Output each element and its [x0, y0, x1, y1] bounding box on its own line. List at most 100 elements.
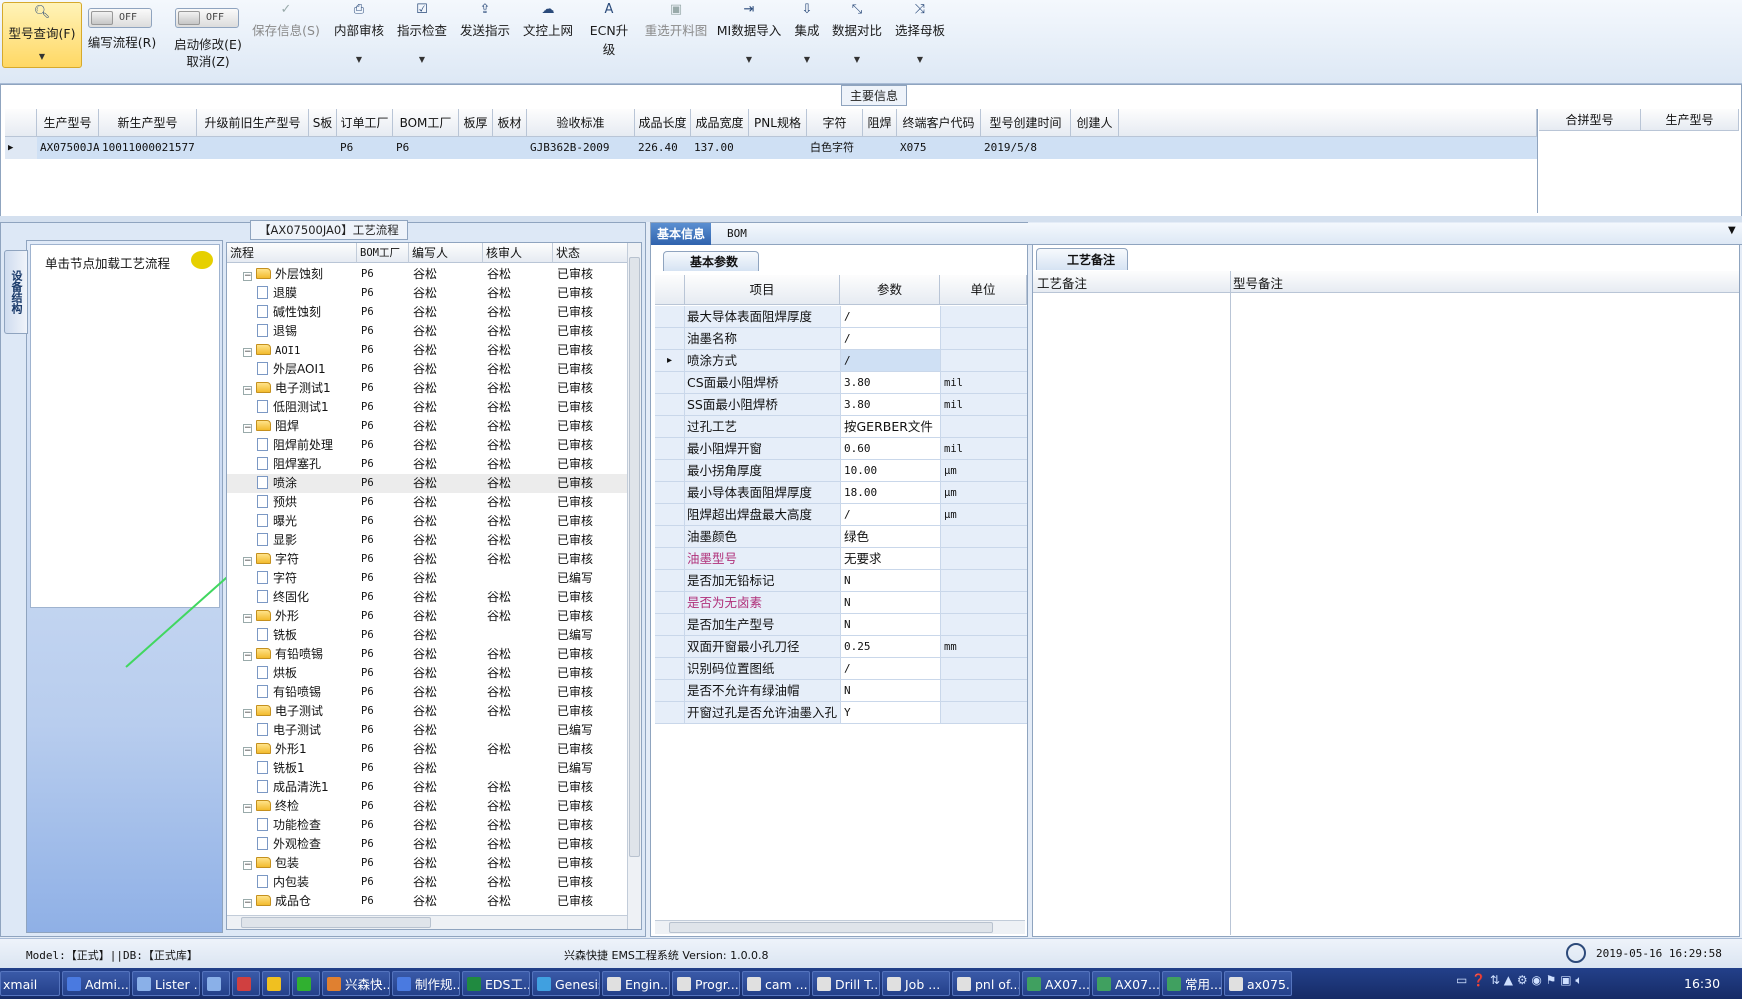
- tab-process-remark[interactable]: 工艺备注: [1036, 248, 1129, 270]
- tree-row[interactable]: − AOI1 P6 谷松 谷松 已审核: [227, 341, 641, 360]
- taskbar-item[interactable]: [262, 971, 290, 996]
- subtab-basic-params[interactable]: 基本参数: [663, 251, 760, 271]
- tree-row[interactable]: − 阻焊 P6 谷松 谷松 已审核: [227, 417, 641, 436]
- collapse-icon[interactable]: −: [243, 804, 252, 813]
- main-info-col-header[interactable]: 字符: [807, 109, 863, 137]
- chevron-down-icon[interactable]: ▼: [1728, 225, 1736, 236]
- param-value[interactable]: /: [840, 504, 940, 525]
- param-row[interactable]: 阻焊超出焊盘最大高度 / μm: [655, 504, 1027, 526]
- param-row[interactable]: 最小拐角厚度 10.00 μm: [655, 460, 1027, 482]
- param-value[interactable]: N: [840, 614, 940, 635]
- main-info-col-header[interactable]: 成品长度: [635, 109, 691, 137]
- taskbar-item[interactable]: pnl of...: [952, 971, 1020, 996]
- param-value[interactable]: 绿色: [840, 526, 940, 547]
- taskbar-item[interactable]: Genesis: [532, 971, 600, 996]
- write-flow-toggle[interactable]: OFF: [88, 8, 152, 28]
- param-row[interactable]: ▸ 喷涂方式 /: [655, 350, 1027, 372]
- main-info-col-header[interactable]: 新生产型号: [99, 109, 197, 137]
- side-tab-device-structure[interactable]: 设备结构: [4, 250, 28, 334]
- param-value[interactable]: 10.00: [840, 460, 940, 481]
- tree-row[interactable]: 电子测试 P6 谷松 已编写: [227, 721, 641, 740]
- param-row[interactable]: 是否为无卤素 N: [655, 592, 1027, 614]
- ecn-upgrade-button[interactable]: A ECN升级: [584, 0, 634, 70]
- start-edit-toggle[interactable]: OFF: [175, 8, 239, 28]
- col-unit-header[interactable]: 单位: [940, 275, 1027, 305]
- tab-basic-info[interactable]: 基本信息: [651, 223, 712, 245]
- tree-row[interactable]: 退锡 P6 谷松 谷松 已审核: [227, 322, 641, 341]
- tree-col-header[interactable]: BOM工厂: [357, 243, 409, 263]
- main-info-col-header[interactable]: 板材: [493, 109, 527, 137]
- param-value[interactable]: N: [840, 592, 940, 613]
- tree-row[interactable]: 内包装 P6 谷松 谷松 已审核: [227, 873, 641, 892]
- collapse-icon[interactable]: −: [243, 557, 252, 566]
- param-value[interactable]: 3.80: [840, 394, 940, 415]
- main-info-cell[interactable]: GJB362B-2009: [527, 137, 635, 159]
- main-info-cell[interactable]: [459, 137, 493, 159]
- param-row[interactable]: 是否加无铅标记 N: [655, 570, 1027, 592]
- main-info-cell[interactable]: [863, 137, 897, 159]
- main-info-cell[interactable]: [309, 137, 337, 159]
- taskbar-item[interactable]: AX07...: [1022, 971, 1090, 996]
- main-info-cell[interactable]: [1071, 137, 1119, 159]
- tree-row[interactable]: 碱性蚀刻 P6 谷松 谷松 已审核: [227, 303, 641, 322]
- tree-row[interactable]: 外层AOI1 P6 谷松 谷松 已审核: [227, 360, 641, 379]
- main-info-col-header[interactable]: 型号创建时间: [981, 109, 1071, 137]
- taskbar-item[interactable]: EDS工...: [462, 971, 530, 996]
- param-value[interactable]: 按GERBER文件: [840, 416, 940, 437]
- comment-icon[interactable]: [191, 251, 213, 269]
- instruction-check-button[interactable]: ☑ 指示检查 ▼: [395, 0, 449, 70]
- main-info-cell[interactable]: 2019/5/8: [981, 137, 1071, 159]
- tree-row[interactable]: − 外形 P6 谷松 谷松 已审核: [227, 607, 641, 626]
- taskbar-item[interactable]: 兴森快...: [322, 971, 390, 996]
- side-production-model-header[interactable]: 生产型号: [1641, 109, 1739, 131]
- tree-row[interactable]: − 电子测试 P6 谷松 谷松 已审核: [227, 702, 641, 721]
- param-value[interactable]: Y: [840, 702, 940, 723]
- mi-import-button[interactable]: ⇥ MI数据导入 ▼: [716, 0, 782, 70]
- param-value[interactable]: 18.00: [840, 482, 940, 503]
- taskbar-item[interactable]: [202, 971, 230, 996]
- chevron-down-icon[interactable]: ▼: [395, 55, 449, 64]
- tree-row[interactable]: 字符 P6 谷松 已编写: [227, 569, 641, 588]
- param-row[interactable]: 识别码位置图纸 /: [655, 658, 1027, 680]
- merge-model-header[interactable]: 合拼型号: [1539, 109, 1641, 131]
- taskbar-item[interactable]: 制作规...: [392, 971, 460, 996]
- main-info-cell[interactable]: X075: [897, 137, 981, 159]
- main-info-col-header[interactable]: 验收标准: [527, 109, 635, 137]
- taskbar-item[interactable]: Drill T...: [812, 971, 880, 996]
- tree-row[interactable]: 外观检查 P6 谷松 谷松 已审核: [227, 835, 641, 854]
- param-row[interactable]: 油墨名称 /: [655, 328, 1027, 350]
- chevron-down-icon[interactable]: ▼: [716, 55, 782, 64]
- cancel-button[interactable]: 取消(Z): [165, 51, 251, 69]
- internal-review-button[interactable]: ⎙ 内部审核 ▼: [332, 0, 386, 70]
- taskbar-item[interactable]: Progr...: [672, 971, 740, 996]
- taskbar-clock[interactable]: 16:30: [1684, 976, 1720, 991]
- main-info-cell[interactable]: [493, 137, 527, 159]
- tree-col-header[interactable]: 状态: [553, 243, 629, 263]
- main-info-col-header[interactable]: 阻焊: [863, 109, 897, 137]
- params-horizontal-scrollbar[interactable]: [655, 920, 1025, 934]
- integrate-button[interactable]: ⇩ 集成 ▼: [790, 0, 824, 70]
- param-value[interactable]: 无要求: [840, 548, 940, 569]
- main-info-col-header[interactable]: 升级前旧生产型号: [197, 109, 309, 137]
- taskbar-item[interactable]: xmail: [0, 971, 60, 996]
- param-value[interactable]: /: [840, 306, 940, 327]
- collapse-icon[interactable]: −: [243, 614, 252, 623]
- main-info-cell[interactable]: AX07500JA0: [37, 137, 99, 159]
- tree-row[interactable]: − 字符 P6 谷松 谷松 已审核: [227, 550, 641, 569]
- tab-bom[interactable]: BOM: [721, 223, 753, 245]
- reselect-cut-button[interactable]: ▣ 重选开料图: [640, 0, 712, 70]
- tree-row[interactable]: − 外层蚀刻 P6 谷松 谷松 已审核: [227, 265, 641, 284]
- collapse-icon[interactable]: −: [243, 652, 252, 661]
- taskbar-item[interactable]: Engin...: [602, 971, 670, 996]
- query-model-button[interactable]: 🔍︎ 型号查询(F) ▼: [2, 2, 82, 68]
- param-value[interactable]: 3.80: [840, 372, 940, 393]
- param-value[interactable]: 0.25: [840, 636, 940, 657]
- param-row[interactable]: SS面最小阻焊桥 3.80 mil: [655, 394, 1027, 416]
- tray-icons[interactable]: ▭ ❓ ⇅ ▲ ⚙ ◉ ⚑ ▣ 🔈︎: [1456, 973, 1656, 993]
- tree-row[interactable]: 退膜 P6 谷松 谷松 已审核: [227, 284, 641, 303]
- main-info-col-header[interactable]: BOM工厂: [393, 109, 459, 137]
- taskbar-item[interactable]: 常用...: [1162, 971, 1222, 996]
- param-value[interactable]: 0.60: [840, 438, 940, 459]
- param-row[interactable]: 最小阻焊开窗 0.60 mil: [655, 438, 1027, 460]
- select-mother-button[interactable]: ⤨ 选择母板 ▼: [892, 0, 948, 70]
